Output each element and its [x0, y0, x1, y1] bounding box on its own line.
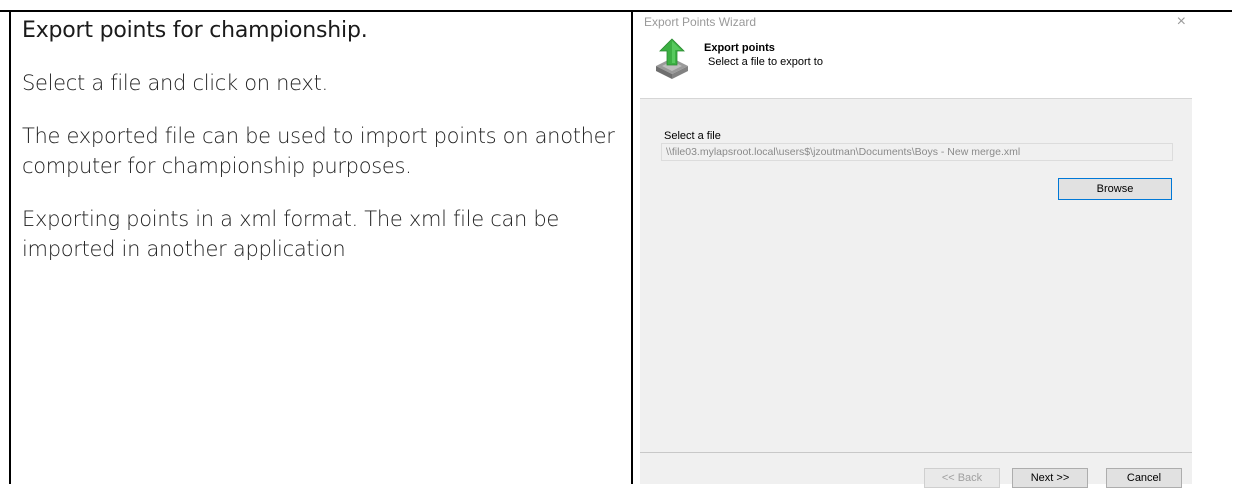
window-title: Export Points Wizard — [644, 15, 757, 29]
window-titlebar: Export Points Wizard × — [640, 12, 1192, 34]
cancel-button[interactable]: Cancel — [1106, 468, 1182, 488]
description-paragraph-select: Select a file and click on next. — [22, 71, 328, 95]
header-separator — [640, 98, 1192, 99]
next-button[interactable]: Next >> — [1012, 468, 1088, 488]
browse-button[interactable]: Browse — [1058, 178, 1172, 200]
export-arrow-icon — [656, 38, 688, 79]
wizard-header: Export points Select a file to export to — [640, 34, 1192, 98]
export-points-wizard-window: Export Points Wizard × Export points Sel… — [640, 12, 1192, 488]
description-paragraph-usage: The exported file can be used to import … — [22, 124, 615, 178]
wizard-header-subtitle: Select a file to export to — [708, 56, 823, 68]
file-path-field[interactable]: \\file03.mylapsroot.local\users$\jzoutma… — [661, 143, 1173, 161]
description-cell: Export points for championship. Select a… — [22, 16, 622, 264]
wizard-header-title: Export points — [704, 42, 775, 54]
close-icon[interactable]: × — [1177, 12, 1186, 32]
description-title: Export points for championship. — [22, 18, 368, 43]
select-file-label: Select a file — [664, 130, 721, 142]
footer-separator — [640, 452, 1192, 453]
table-border-left — [9, 10, 11, 484]
table-border-divider — [631, 10, 633, 484]
description-paragraph-format: Exporting points in a xml format. The xm… — [22, 207, 560, 261]
back-button[interactable]: << Back — [924, 468, 1000, 488]
